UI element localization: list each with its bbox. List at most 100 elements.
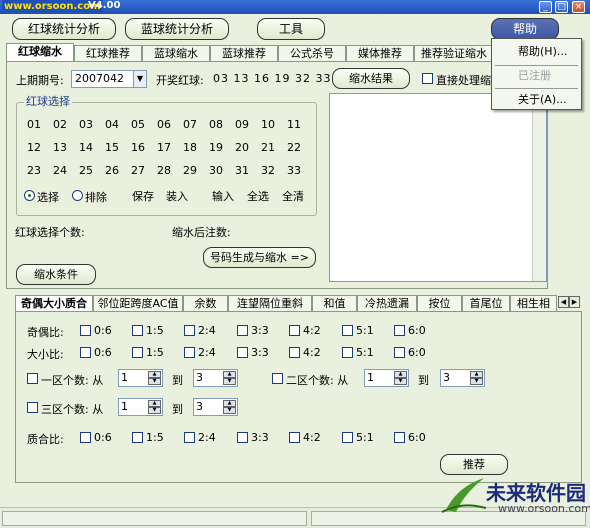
ball-33[interactable]: 33: [284, 164, 304, 177]
zone1-checkbox[interactable]: [27, 373, 38, 384]
recommend-button[interactable]: 推荐: [440, 454, 508, 475]
tab-media-recommend[interactable]: 媒体推荐: [346, 45, 414, 61]
select-radio[interactable]: [24, 190, 35, 201]
red-analysis-button[interactable]: 红球统计分析: [12, 18, 116, 40]
ball-23[interactable]: 23: [24, 164, 44, 177]
ball-20[interactable]: 20: [232, 141, 252, 154]
spin-up-icon[interactable]: ▲: [223, 371, 236, 378]
ball-29[interactable]: 29: [180, 164, 200, 177]
tab-mutual[interactable]: 相生相: [510, 295, 557, 311]
big-small-checkbox-4[interactable]: [289, 347, 300, 358]
ball-30[interactable]: 30: [206, 164, 226, 177]
last-issue-select[interactable]: 2007042 ▼: [71, 70, 147, 88]
odd-even-checkbox-5[interactable]: [342, 325, 353, 336]
spin-down-icon[interactable]: ▼: [223, 378, 236, 385]
ball-15[interactable]: 15: [102, 141, 122, 154]
big-small-checkbox-0[interactable]: [80, 347, 91, 358]
chevron-down-icon[interactable]: ▼: [133, 71, 146, 87]
tab-sum[interactable]: 和值: [312, 295, 357, 311]
zone2-from-spinner[interactable]: 1 ▲ ▼: [364, 369, 409, 387]
big-small-checkbox-5[interactable]: [342, 347, 353, 358]
ball-18[interactable]: 18: [180, 141, 200, 154]
ball-02[interactable]: 02: [50, 118, 70, 131]
ball-32[interactable]: 32: [258, 164, 278, 177]
ball-19[interactable]: 19: [206, 141, 226, 154]
save-link[interactable]: 保存: [132, 188, 154, 204]
prime-checkbox-3[interactable]: [237, 432, 248, 443]
blue-analysis-button[interactable]: 蓝球统计分析: [125, 18, 229, 40]
about-menu-item[interactable]: 关于(A)...: [492, 91, 581, 109]
prime-checkbox-0[interactable]: [80, 432, 91, 443]
spin-up-icon[interactable]: ▲: [223, 400, 236, 407]
zone2-to-spinner[interactable]: 3 ▲ ▼: [440, 369, 485, 387]
spin-down-icon[interactable]: ▼: [394, 378, 407, 385]
tab-formula-kill[interactable]: 公式杀号: [278, 45, 346, 61]
tab-by-position[interactable]: 按位: [417, 295, 462, 311]
odd-even-checkbox-0[interactable]: [80, 325, 91, 336]
prime-checkbox-5[interactable]: [342, 432, 353, 443]
ball-12[interactable]: 12: [24, 141, 44, 154]
maximize-icon[interactable]: □: [555, 1, 568, 13]
tab-scroll-left-icon[interactable]: ◀: [558, 296, 569, 308]
input-link[interactable]: 输入: [212, 188, 234, 204]
spin-down-icon[interactable]: ▼: [470, 378, 483, 385]
close-icon[interactable]: ×: [572, 1, 585, 13]
help-button[interactable]: 帮助: [491, 18, 559, 40]
odd-even-checkbox-4[interactable]: [289, 325, 300, 336]
tab-recommend-verify[interactable]: 推荐验证缩水: [414, 45, 494, 61]
big-small-checkbox-2[interactable]: [184, 347, 195, 358]
big-small-checkbox-3[interactable]: [237, 347, 248, 358]
ball-09[interactable]: 09: [232, 118, 252, 131]
zone3-from-spinner[interactable]: 1 ▲ ▼: [118, 398, 163, 416]
spin-down-icon[interactable]: ▼: [223, 407, 236, 414]
zone3-to-spinner[interactable]: 3 ▲ ▼: [193, 398, 238, 416]
ball-27[interactable]: 27: [128, 164, 148, 177]
odd-even-checkbox-3[interactable]: [237, 325, 248, 336]
result-scrollbar[interactable]: [532, 94, 546, 281]
prime-checkbox-1[interactable]: [132, 432, 143, 443]
odd-even-checkbox-1[interactable]: [132, 325, 143, 336]
ball-08[interactable]: 08: [206, 118, 226, 131]
load-link[interactable]: 装入: [166, 188, 188, 204]
tab-blue-recommend[interactable]: 蓝球推荐: [210, 45, 278, 61]
clear-all-link[interactable]: 全清: [282, 188, 304, 204]
tab-remainder[interactable]: 余数: [183, 295, 228, 311]
select-all-link[interactable]: 全选: [247, 188, 269, 204]
zone2-checkbox[interactable]: [272, 373, 283, 384]
tab-red-recommend[interactable]: 红球推荐: [74, 45, 142, 61]
zone3-checkbox[interactable]: [27, 402, 38, 413]
ball-16[interactable]: 16: [128, 141, 148, 154]
ball-21[interactable]: 21: [258, 141, 278, 154]
ball-26[interactable]: 26: [102, 164, 122, 177]
odd-even-checkbox-6[interactable]: [394, 325, 405, 336]
zone1-to-spinner[interactable]: 3 ▲ ▼: [193, 369, 238, 387]
tools-button[interactable]: 工具: [257, 18, 325, 40]
ball-01[interactable]: 01: [24, 118, 44, 131]
generate-shrink-button[interactable]: 号码生成与缩水 =>: [203, 247, 316, 268]
spin-up-icon[interactable]: ▲: [394, 371, 407, 378]
ball-13[interactable]: 13: [50, 141, 70, 154]
tab-repeat-skew[interactable]: 连望隔位重斜: [228, 295, 312, 311]
prime-checkbox-4[interactable]: [289, 432, 300, 443]
big-small-checkbox-1[interactable]: [132, 347, 143, 358]
prime-checkbox-6[interactable]: [394, 432, 405, 443]
spin-up-icon[interactable]: ▲: [148, 371, 161, 378]
ball-10[interactable]: 10: [258, 118, 278, 131]
shrink-condition-button[interactable]: 缩水条件: [16, 264, 96, 285]
ball-05[interactable]: 05: [128, 118, 148, 131]
ball-14[interactable]: 14: [76, 141, 96, 154]
ball-03[interactable]: 03: [76, 118, 96, 131]
ball-11[interactable]: 11: [284, 118, 304, 131]
ball-06[interactable]: 06: [154, 118, 174, 131]
tab-red-shrink[interactable]: 红球缩水: [6, 43, 74, 61]
prime-checkbox-2[interactable]: [184, 432, 195, 443]
tab-odd-even-size[interactable]: 奇偶大小质合: [15, 295, 93, 311]
odd-even-checkbox-2[interactable]: [184, 325, 195, 336]
ball-28[interactable]: 28: [154, 164, 174, 177]
tab-adjacent-span[interactable]: 邻位距跨度AC值: [93, 295, 183, 311]
spin-up-icon[interactable]: ▲: [470, 371, 483, 378]
ball-17[interactable]: 17: [154, 141, 174, 154]
tab-scroll-right-icon[interactable]: ▶: [569, 296, 580, 308]
result-textarea[interactable]: [329, 93, 547, 282]
minimize-icon[interactable]: _: [539, 1, 552, 13]
